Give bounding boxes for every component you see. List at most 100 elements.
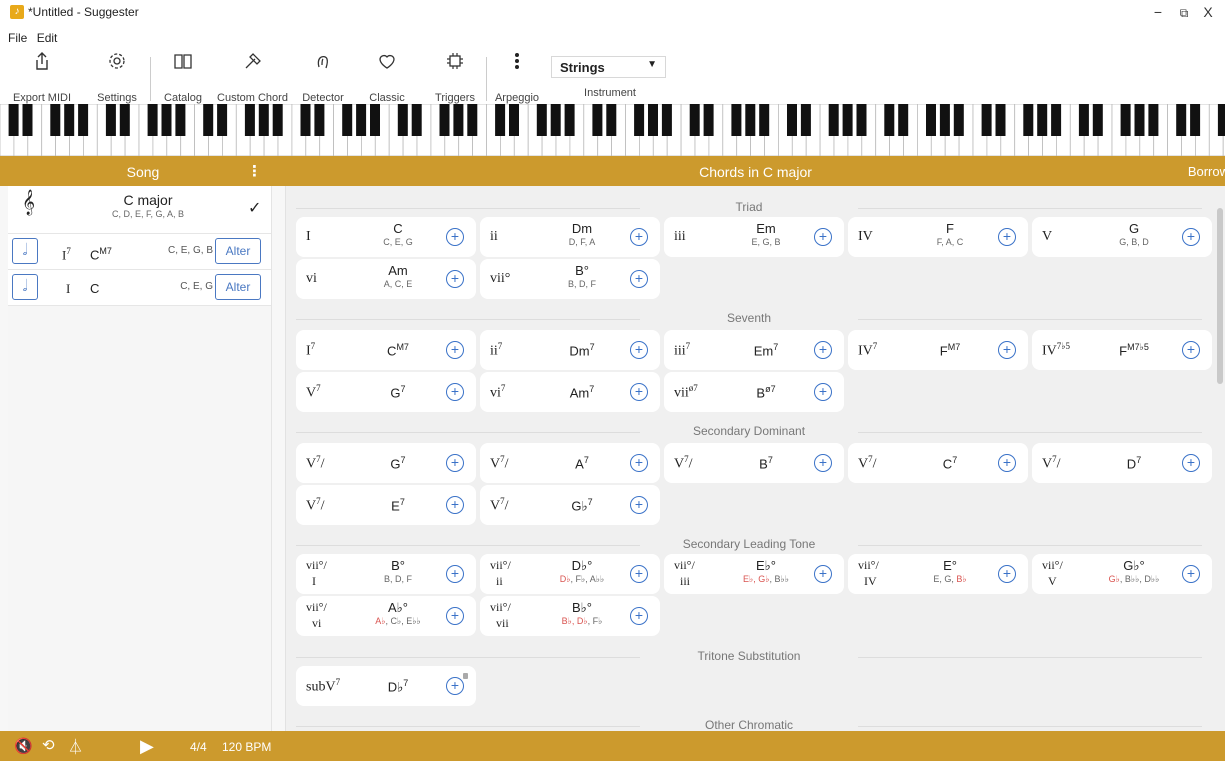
song-chord-row[interactable]: 𝅗𝅥 I7 CM7 C, E, G, B Alter	[8, 234, 271, 270]
half-note-icon[interactable]: 𝅗𝅥	[12, 238, 38, 264]
black-key[interactable]	[22, 104, 33, 136]
add-chord-icon[interactable]: +	[630, 270, 648, 288]
black-key[interactable]	[1078, 104, 1089, 136]
meter[interactable]: 4/4	[190, 740, 207, 754]
piano-keys[interactable]	[0, 104, 1225, 156]
black-key[interactable]	[258, 104, 269, 136]
add-chord-icon[interactable]: +	[1182, 565, 1200, 583]
add-chord-icon[interactable]: +	[998, 228, 1016, 246]
black-key[interactable]	[439, 104, 450, 136]
black-key[interactable]	[203, 104, 214, 136]
add-chord-icon[interactable]: +	[814, 454, 832, 472]
add-chord-icon[interactable]: +	[446, 565, 464, 583]
black-key[interactable]	[856, 104, 867, 136]
chord-card[interactable]: vii°/ vi A♭° A♭, C♭, E♭♭ +	[296, 596, 476, 636]
chord-card[interactable]: vi Am A, C, E +	[296, 259, 476, 299]
black-key[interactable]	[1023, 104, 1034, 136]
black-key[interactable]	[550, 104, 561, 136]
black-key[interactable]	[842, 104, 853, 136]
settings-button[interactable]: Settings	[92, 50, 142, 104]
chord-card[interactable]: V7 G7 +	[296, 372, 476, 412]
add-chord-icon[interactable]: +	[998, 454, 1016, 472]
arpeggio-button[interactable]: Arpeggio	[492, 50, 542, 104]
chord-card[interactable]: iii7 Em7 +	[664, 330, 844, 370]
black-key[interactable]	[661, 104, 672, 136]
add-chord-icon[interactable]: +	[814, 341, 832, 359]
restore-button[interactable]: ⧉	[1174, 6, 1194, 21]
borrow-tab[interactable]: Borrow	[1188, 164, 1225, 179]
black-key[interactable]	[1051, 104, 1062, 136]
chord-card[interactable]: V7/G♭7 +	[480, 485, 660, 525]
black-key[interactable]	[64, 104, 75, 136]
black-key[interactable]	[828, 104, 839, 136]
alter-button[interactable]: Alter	[215, 274, 261, 300]
add-chord-icon[interactable]: +	[814, 565, 832, 583]
catalog-button[interactable]: Catalog	[158, 50, 208, 104]
chord-card[interactable]: vii°/ iii E♭° E♭, G♭, B♭♭ +	[664, 554, 844, 594]
black-key[interactable]	[78, 104, 89, 136]
chord-card[interactable]: V7/A7 +	[480, 443, 660, 483]
black-key[interactable]	[592, 104, 603, 136]
add-chord-icon[interactable]: +	[630, 228, 648, 246]
add-chord-icon[interactable]: +	[446, 341, 464, 359]
add-chord-icon[interactable]: +	[814, 228, 832, 246]
menu-edit[interactable]: Edit	[37, 31, 58, 45]
add-chord-icon[interactable]: +	[630, 341, 648, 359]
export-midi-button[interactable]: Export MIDI	[12, 50, 72, 104]
black-key[interactable]	[745, 104, 756, 136]
chord-card[interactable]: IV7 FM7 +	[848, 330, 1028, 370]
add-chord-icon[interactable]: +	[446, 228, 464, 246]
song-chord-row[interactable]: 𝅗𝅥 I C C, E, G Alter	[8, 270, 271, 306]
custom-chord-button[interactable]: Custom Chord	[215, 50, 290, 104]
chord-card[interactable]: iii Em E, G, B +	[664, 217, 844, 257]
mute-icon[interactable]: 🔇	[14, 737, 33, 755]
add-chord-icon[interactable]: +	[446, 270, 464, 288]
black-key[interactable]	[119, 104, 130, 136]
black-key[interactable]	[50, 104, 61, 136]
black-key[interactable]	[884, 104, 895, 136]
black-key[interactable]	[370, 104, 380, 136]
black-key[interactable]	[689, 104, 700, 136]
instrument-select[interactable]: Strings ▼	[551, 56, 666, 78]
add-chord-icon[interactable]: +	[998, 341, 1016, 359]
menu-file[interactable]: File	[8, 31, 27, 45]
chord-card[interactable]: ii7 Dm7 +	[480, 330, 660, 370]
piano-keyboard[interactable]	[0, 104, 1225, 156]
black-key[interactable]	[981, 104, 992, 136]
black-key[interactable]	[175, 104, 186, 136]
add-chord-icon[interactable]: +	[814, 383, 832, 401]
black-key[interactable]	[759, 104, 770, 136]
chord-card[interactable]: V7/D7 +	[1032, 443, 1212, 483]
chord-card[interactable]: vii°/ IV E° E, G, B♭ +	[848, 554, 1028, 594]
black-key[interactable]	[995, 104, 1006, 136]
black-key[interactable]	[926, 104, 936, 136]
triggers-button[interactable]: Triggers	[430, 50, 480, 104]
black-key[interactable]	[8, 104, 19, 136]
black-key[interactable]	[536, 104, 547, 136]
chord-card[interactable]: vii°/ vii B♭° B♭, D♭, F♭ +	[480, 596, 660, 636]
add-chord-icon[interactable]: +	[1182, 454, 1200, 472]
black-key[interactable]	[161, 104, 172, 136]
chord-card[interactable]: vii°/ I B° B, D, F +	[296, 554, 476, 594]
black-key[interactable]	[898, 104, 909, 136]
half-note-icon[interactable]: 𝅗𝅥	[12, 274, 38, 300]
chord-card[interactable]: V7/C7 +	[848, 443, 1028, 483]
black-key[interactable]	[939, 104, 950, 136]
scrollbar[interactable]	[1217, 208, 1223, 384]
chord-card[interactable]: V7/E7 +	[296, 485, 476, 525]
song-menu-icon[interactable]: ⋮	[247, 162, 262, 180]
black-key[interactable]	[342, 104, 353, 136]
black-key[interactable]	[787, 104, 797, 136]
play-icon[interactable]: ▶	[140, 736, 154, 757]
black-key[interactable]	[314, 104, 325, 136]
add-chord-icon[interactable]: +	[630, 383, 648, 401]
chord-card[interactable]: vi7 Am7 +	[480, 372, 660, 412]
add-chord-icon[interactable]: +	[630, 607, 648, 625]
black-key[interactable]	[731, 104, 742, 136]
add-chord-icon[interactable]: +	[998, 565, 1016, 583]
tempo[interactable]: 120 BPM	[222, 740, 271, 754]
key-row[interactable]: 𝄞 C major C, D, E, F, G, A, B ✓	[8, 186, 271, 234]
black-key[interactable]	[1190, 104, 1201, 136]
black-key[interactable]	[648, 104, 658, 136]
black-key[interactable]	[453, 104, 464, 136]
